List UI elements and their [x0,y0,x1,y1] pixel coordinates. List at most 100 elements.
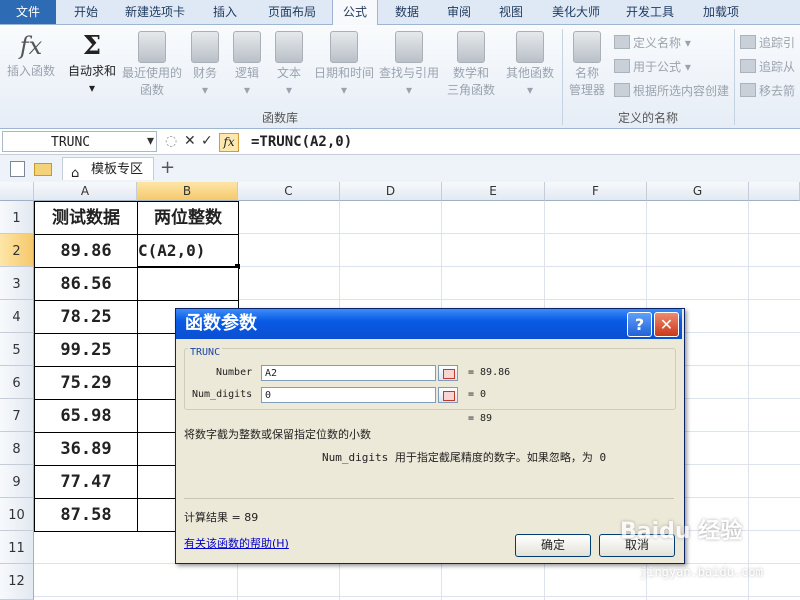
collapse-dialog-icon[interactable] [438,387,458,403]
cell-a5[interactable]: 99.25 [34,333,138,367]
cell-a7[interactable]: 65.98 [34,399,138,433]
ribbon-tab-bar: 文件 开始 新建选项卡 插入 页面布局 公式 数据 审阅 视图 美化大师 开发工… [0,0,800,25]
row-header[interactable]: 8 [0,432,34,465]
trace-precedents-button[interactable]: 追踪引 [740,35,795,51]
cell-a2[interactable]: 89.86 [34,234,138,268]
workbook-tab[interactable]: ⌂ 模板专区 [62,157,154,181]
formula-input[interactable]: =TRUNC(A2,0) [251,132,352,152]
cell-b2-active[interactable]: C(A2,0) [137,234,239,268]
use-in-formula-label: 用于公式 [633,60,682,74]
row-header[interactable]: 2 [0,234,34,267]
define-name-label: 定义名称 [633,36,682,50]
row-header[interactable]: 6 [0,366,34,399]
create-from-selection-icon [614,83,630,97]
row-header[interactable]: 5 [0,333,34,366]
column-header-b[interactable]: B [137,182,238,201]
chevron-down-icon[interactable]: ▾ [147,133,154,149]
select-all-corner[interactable] [0,182,34,201]
tab-beautify[interactable]: 美化大师 [546,0,606,24]
tab-home[interactable]: 开始 [62,0,110,24]
column-header-a[interactable]: A [34,182,137,201]
cell-b1[interactable]: 两位整数 [137,201,239,235]
cell-a9[interactable]: 77.47 [34,465,138,499]
column-header-e[interactable]: E [442,182,545,201]
remove-arrows-button[interactable]: 移去箭 [740,83,795,99]
column-header-c[interactable]: C [238,182,340,201]
recent-label-2: 函数 [139,83,164,97]
question-book-icon [233,31,261,63]
cell-a3[interactable]: 86.56 [34,267,138,301]
math-label-1: 数学和 [452,66,489,80]
cell-a4[interactable]: 78.25 [34,300,138,334]
row-header[interactable]: 1 [0,201,34,234]
row-header[interactable]: 12 [0,564,34,600]
name-box[interactable]: TRUNC [2,131,157,152]
fx-icon: fx [19,32,43,60]
group-label-library: 函数库 [262,111,299,125]
tab-file[interactable]: 文件 [0,0,56,24]
row-header[interactable]: 10 [0,498,34,531]
help-link[interactable]: 有关该函数的帮助(H) [184,537,289,551]
cell-a8[interactable]: 36.89 [34,432,138,466]
add-tab-icon[interactable]: + [160,157,175,179]
recent-functions-button[interactable]: 最近使用的 函数 [120,31,184,99]
more-functions-button[interactable]: 其他函数 ▾ [502,31,558,99]
cell-b3[interactable] [137,267,239,301]
use-in-formula-button[interactable]: 用于公式 ▾ [614,59,691,75]
new-document-icon[interactable] [10,161,25,177]
insert-function-label: 插入函数 [6,64,55,78]
row-header[interactable]: 7 [0,399,34,432]
close-icon[interactable]: ✕ [654,312,679,337]
tab-developer[interactable]: 开发工具 [620,0,680,24]
tab-review[interactable]: 审阅 [440,0,478,24]
tab-view[interactable]: 视图 [492,0,530,24]
number-input[interactable]: A2 [261,365,436,381]
tab-insert[interactable]: 插入 [203,0,247,24]
create-from-selection-label: 根据所选内容创建 [633,84,730,98]
tab-new[interactable]: 新建选项卡 [115,0,195,24]
chevron-down-icon: ▾ [88,81,96,95]
cancel-icon[interactable]: ✕ [184,133,196,149]
trace-dependents-button[interactable]: 追踪从 [740,59,795,75]
logical-button[interactable]: 逻辑 ▾ [230,31,264,99]
row-header[interactable]: 3 [0,267,34,300]
folder-icon[interactable] [34,163,52,176]
ok-button[interactable]: 确定 [515,534,591,557]
tab-addins[interactable]: 加载项 [696,0,746,24]
financial-button[interactable]: 财务 ▾ [188,31,222,99]
more-functions-label: 其他函数 [505,66,554,80]
column-header-g[interactable]: G [647,182,749,201]
text-functions-button[interactable]: 文本 ▾ [272,31,306,99]
enter-check-icon[interactable]: ✓ [201,133,213,149]
math-button[interactable]: 数学和 三角函数 [444,31,498,99]
cell-a10[interactable]: 87.58 [34,498,138,532]
trace-dependents-icon [740,59,756,73]
datetime-button[interactable]: 日期和时间 ▾ [312,31,376,99]
insert-function-fx-icon[interactable]: fx [219,133,239,152]
logical-label: 逻辑 [234,66,259,80]
cell-a1[interactable]: 测试数据 [34,201,138,235]
sigma-icon: Σ [82,31,102,61]
tab-formulas[interactable]: 公式 [332,0,378,25]
insert-function-button[interactable]: fx 插入函数 [4,31,58,80]
help-icon[interactable]: ? [627,312,652,337]
collapse-dialog-icon[interactable] [438,365,458,381]
expand-handle-icon[interactable]: ◌ [165,133,177,149]
column-header-d[interactable]: D [340,182,442,201]
define-name-button[interactable]: 定义名称 ▾ [614,35,691,51]
row-header[interactable]: 11 [0,531,34,564]
cell-a6[interactable]: 75.29 [34,366,138,400]
num-digits-input[interactable]: 0 [261,387,436,403]
row-header[interactable]: 4 [0,300,34,333]
name-manager-label-2: 管理器 [568,83,605,97]
column-header-f[interactable]: F [545,182,647,201]
tab-page-layout[interactable]: 页面布局 [257,0,327,24]
tab-data[interactable]: 数据 [388,0,426,24]
name-manager-button[interactable]: 名称 管理器 [566,31,608,99]
datetime-label: 日期和时间 [313,66,374,80]
lookup-button[interactable]: 查找与引用 ▾ [378,31,440,99]
autosum-button[interactable]: Σ 自动求和 ▾ [64,31,120,97]
column-header-h[interactable] [749,182,800,201]
create-from-selection-button[interactable]: 根据所选内容创建 [614,83,729,99]
row-header[interactable]: 9 [0,465,34,498]
